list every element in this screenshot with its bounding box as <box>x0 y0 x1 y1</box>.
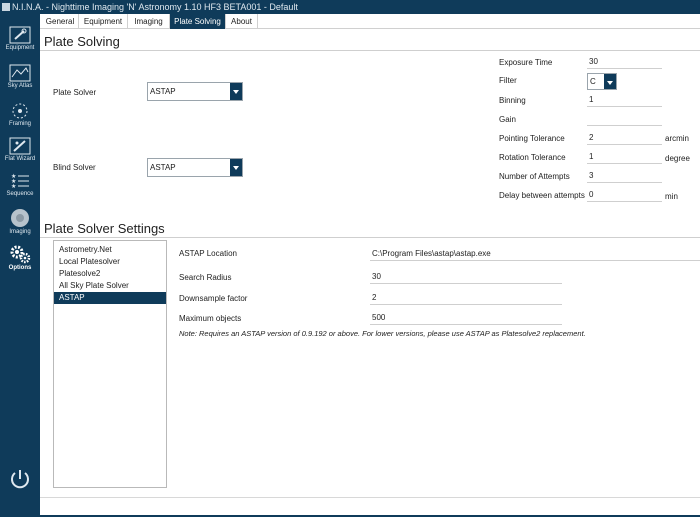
delay-between-attempts-label: Delay between attempts <box>499 191 585 200</box>
max-objects-input[interactable]: 500 <box>370 312 562 325</box>
astap-location-label: ASTAP Location <box>179 249 237 258</box>
sidebar: Equipment Sky Atlas Framing Flat Wizard … <box>0 14 40 517</box>
sidebar-item-flat-wizard[interactable]: Flat Wizard <box>0 135 40 169</box>
number-of-attempts-label: Number of Attempts <box>499 172 570 181</box>
pointing-tolerance-unit: arcmin <box>665 134 690 143</box>
rotation-tolerance-label: Rotation Tolerance <box>499 153 566 162</box>
sidebar-item-options[interactable]: Options <box>0 242 40 276</box>
sidebar-item-label: Sky Atlas <box>7 83 33 89</box>
sidebar-item-label: Flat Wizard <box>4 156 36 162</box>
plate-solving-heading: Plate Solving <box>44 34 120 49</box>
plate-solver-label: Plate Solver <box>53 88 97 97</box>
chevron-down-icon[interactable] <box>604 74 616 89</box>
rotation-tolerance-unit: degree <box>665 154 690 163</box>
map-icon <box>9 64 31 82</box>
section-divider <box>40 237 700 238</box>
filter-dropdown[interactable]: C <box>587 73 617 90</box>
sequence-icon: ★★★ <box>11 173 29 190</box>
delay-unit: min <box>665 192 678 201</box>
solver-list-item-platesolve2[interactable]: Platesolve2 <box>54 268 166 280</box>
plate-solver-value: ASTAP <box>150 87 176 96</box>
rotation-tolerance-input[interactable]: 1 <box>587 151 662 164</box>
gears-icon <box>10 245 31 264</box>
solver-list-item-astap[interactable]: ASTAP <box>54 292 166 304</box>
pointing-tolerance-label: Pointing Tolerance <box>499 134 565 143</box>
framing-icon <box>12 103 28 119</box>
power-button[interactable] <box>5 464 35 494</box>
gain-input[interactable] <box>587 113 662 126</box>
search-radius-input[interactable]: 30 <box>370 271 562 284</box>
search-radius-label: Search Radius <box>179 273 232 282</box>
blind-solver-label: Blind Solver <box>53 163 96 172</box>
max-objects-label: Maximum objects <box>179 314 242 323</box>
tab-about[interactable]: About <box>226 14 258 29</box>
gain-label: Gain <box>499 115 516 124</box>
filter-label: Filter <box>499 76 517 85</box>
window-title: N.I.N.A. - Nighttime Imaging 'N' Astrono… <box>12 2 298 12</box>
pointing-tolerance-input[interactable]: 2 <box>587 132 662 145</box>
sidebar-item-sky-atlas[interactable]: Sky Atlas <box>0 62 40 96</box>
exposure-time-input[interactable]: 30 <box>587 56 662 69</box>
tab-imaging[interactable]: Imaging <box>128 14 170 29</box>
binning-input[interactable]: 1 <box>587 94 662 107</box>
app-icon <box>2 3 10 11</box>
footer-divider <box>40 497 700 498</box>
solver-list: Astrometry.Net Local Platesolver Plateso… <box>53 240 167 488</box>
solver-list-item-local-platesolver[interactable]: Local Platesolver <box>54 256 166 268</box>
flat-wizard-icon <box>9 137 31 155</box>
plate-solver-dropdown[interactable]: ASTAP <box>147 82 243 101</box>
sidebar-item-label: Options <box>8 265 32 271</box>
number-of-attempts-input[interactable]: 3 <box>587 170 662 183</box>
power-icon <box>11 470 29 489</box>
downsample-label: Downsample factor <box>179 294 248 303</box>
tab-general[interactable]: General <box>42 14 79 29</box>
telescope-icon <box>9 26 31 44</box>
filter-value: C <box>590 77 596 86</box>
tab-plate-solving[interactable]: Plate Solving <box>170 14 226 29</box>
section-divider <box>40 50 700 51</box>
plate-solver-settings-heading: Plate Solver Settings <box>44 221 165 236</box>
tab-equipment[interactable]: Equipment <box>79 14 128 29</box>
sidebar-item-label: Framing <box>8 121 31 127</box>
astap-version-note: Note: Requires an ASTAP version of 0.9.1… <box>179 329 586 338</box>
svg-text:★: ★ <box>11 183 16 190</box>
blind-solver-value: ASTAP <box>150 163 176 172</box>
solver-list-item-astrometry[interactable]: Astrometry.Net <box>54 244 166 256</box>
solver-list-item-all-sky[interactable]: All Sky Plate Solver <box>54 280 166 292</box>
downsample-input[interactable]: 2 <box>370 292 562 305</box>
chevron-down-icon[interactable] <box>230 83 242 100</box>
sidebar-item-sequence[interactable]: ★ ★ ★ Sequence <box>0 170 40 204</box>
exposure-time-label: Exposure Time <box>499 58 553 67</box>
delay-between-attempts-input[interactable]: 0 <box>587 189 662 202</box>
sidebar-item-framing[interactable]: Framing <box>0 100 40 134</box>
chevron-down-icon[interactable] <box>230 159 242 176</box>
sidebar-item-label: Equipment <box>5 45 35 51</box>
window-title-bar: N.I.N.A. - Nighttime Imaging 'N' Astrono… <box>0 0 700 14</box>
sidebar-item-label: Sequence <box>6 191 34 197</box>
blind-solver-dropdown[interactable]: ASTAP <box>147 158 243 177</box>
options-tab-bar: General Equipment Imaging Plate Solving … <box>40 14 700 29</box>
imaging-icon <box>11 209 29 227</box>
sidebar-item-equipment[interactable]: Equipment <box>0 24 40 58</box>
sidebar-item-label: Imaging <box>9 229 31 235</box>
astap-location-input[interactable]: C:\Program Files\astap\astap.exe <box>370 248 700 261</box>
binning-label: Binning <box>499 96 526 105</box>
sidebar-item-imaging[interactable]: Imaging <box>0 206 40 240</box>
